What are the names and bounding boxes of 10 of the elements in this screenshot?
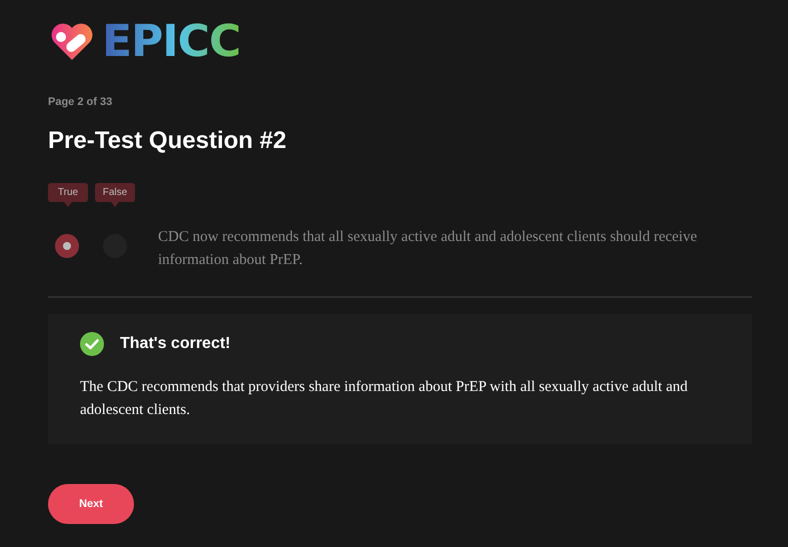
page-indicator: Page 2 of 33	[48, 95, 114, 110]
next-button[interactable]: Next	[48, 484, 134, 524]
radio-button[interactable]	[55, 234, 79, 258]
feedback-text: The CDC recommends that providers share information about PrEP with all sexually active adult and adolescent clients.	[80, 378, 689, 420]
checkmark-icon	[80, 332, 104, 356]
label-pointer-icon	[64, 202, 72, 208]
page-title: Pre-Test Question #2	[48, 126, 288, 156]
question-text: CDC now recommends that all sexually active adult and adolescent clients should receive information about PrEP.	[158, 228, 698, 270]
label-pointer-icon	[111, 202, 119, 208]
feedback-heading: That's correct!	[120, 334, 230, 354]
